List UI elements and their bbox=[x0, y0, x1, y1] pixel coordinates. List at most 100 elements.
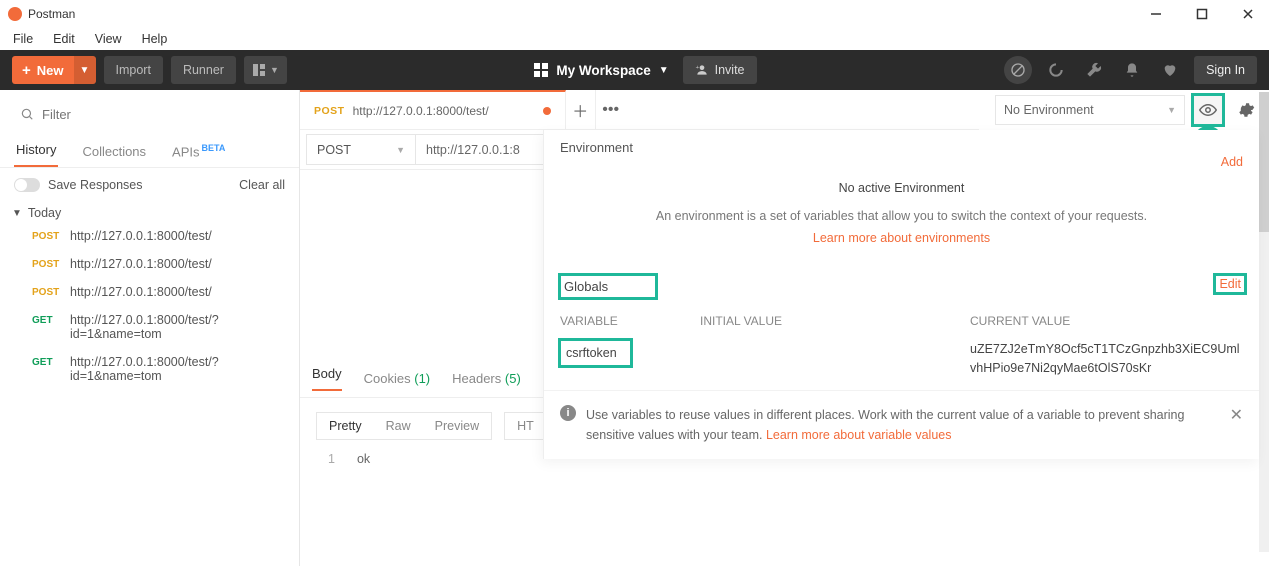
environment-select[interactable]: No Environment ▼ bbox=[995, 95, 1185, 125]
sidebar: History Collections APIsBETA Save Respon… bbox=[0, 90, 300, 566]
menu-view[interactable]: View bbox=[86, 30, 131, 48]
history-method: POST bbox=[32, 287, 60, 298]
request-tab[interactable]: POST http://127.0.0.1:8000/test/ bbox=[300, 90, 566, 130]
body-view-preview[interactable]: Preview bbox=[423, 413, 491, 439]
new-tab-button[interactable]: ＋ bbox=[566, 90, 596, 130]
window-maximize-button[interactable] bbox=[1185, 3, 1219, 25]
cookies-count: (1) bbox=[414, 371, 430, 386]
history-method: GET bbox=[32, 357, 60, 368]
new-button[interactable]: + New ▼ bbox=[12, 56, 96, 84]
window-layout-button[interactable]: ▼ bbox=[244, 56, 287, 84]
menubar: File Edit View Help bbox=[0, 27, 1269, 50]
column-current-header: CURRENT VALUE bbox=[970, 314, 1070, 328]
history-item[interactable]: POSThttp://127.0.0.1:8000/test/ bbox=[0, 250, 299, 278]
sidebar-tab-apis[interactable]: APIsBETA bbox=[170, 143, 227, 167]
globals-header: Globals bbox=[560, 275, 656, 298]
body-view-raw[interactable]: Raw bbox=[374, 413, 423, 439]
environment-settings-button[interactable] bbox=[1231, 95, 1261, 125]
global-variable-name: csrftoken bbox=[560, 340, 631, 366]
tabs-overflow-button[interactable]: ••• bbox=[596, 90, 626, 130]
eye-icon bbox=[1199, 101, 1217, 119]
menu-edit[interactable]: Edit bbox=[44, 30, 84, 48]
unsaved-indicator-icon bbox=[543, 107, 551, 115]
response-tab-body[interactable]: Body bbox=[312, 366, 342, 391]
sidebar-tab-history[interactable]: History bbox=[14, 142, 58, 167]
content-area: POST http://127.0.0.1:8000/test/ ＋ ••• N… bbox=[300, 90, 1269, 566]
info-icon: i bbox=[560, 405, 576, 421]
response-body-text: ok bbox=[357, 452, 370, 466]
plus-icon: + bbox=[22, 62, 31, 79]
menu-file[interactable]: File bbox=[4, 30, 42, 48]
popover-environment-header: Environment bbox=[544, 130, 1259, 161]
window-titlebar: Postman bbox=[0, 0, 1269, 27]
learn-environments-link[interactable]: Learn more about environments bbox=[584, 231, 1219, 245]
wrench-icon[interactable] bbox=[1080, 56, 1108, 84]
main-toolbar: + New ▼ Import Runner ▼ My Workspace ▼ + … bbox=[0, 50, 1269, 90]
import-button[interactable]: Import bbox=[104, 56, 163, 84]
environment-add-link[interactable]: Add bbox=[1221, 155, 1243, 169]
no-active-environment-desc: An environment is a set of variables tha… bbox=[584, 209, 1219, 223]
window-minimize-button[interactable] bbox=[1139, 3, 1173, 25]
response-line-number: 1 bbox=[328, 452, 335, 466]
history-method: POST bbox=[32, 231, 60, 242]
no-active-environment-title: No active Environment bbox=[584, 181, 1219, 195]
app-icon bbox=[8, 7, 22, 21]
window-close-button[interactable] bbox=[1231, 3, 1265, 25]
sync-icon[interactable] bbox=[1042, 56, 1070, 84]
body-format-select[interactable]: HT bbox=[505, 413, 546, 439]
history-url: http://127.0.0.1:8000/test/?id=1&name=to… bbox=[70, 355, 280, 383]
response-tab-headers[interactable]: Headers (5) bbox=[452, 371, 521, 386]
cookies-label: Cookies bbox=[364, 371, 411, 386]
workspace-label: My Workspace bbox=[556, 63, 650, 78]
environment-quicklook-button[interactable]: 2 bbox=[1193, 95, 1223, 125]
svg-text:+: + bbox=[695, 65, 699, 71]
response-tab-cookies[interactable]: Cookies (1) bbox=[364, 371, 430, 386]
history-item[interactable]: POST http://127.0.0.1:8000/test/ bbox=[0, 278, 299, 306]
history-item[interactable]: POST http://127.0.0.1:8000/test/ bbox=[0, 222, 299, 250]
body-view-pretty[interactable]: Pretty bbox=[317, 413, 374, 439]
environment-quicklook-popover: Environment Add No active Environment An… bbox=[543, 130, 1259, 459]
invite-person-icon: + bbox=[695, 63, 709, 77]
http-method-label: POST bbox=[317, 143, 351, 157]
request-tab-url: http://127.0.0.1:8000/test/ bbox=[353, 104, 489, 118]
save-responses-label: Save Responses bbox=[48, 178, 143, 192]
bell-icon[interactable] bbox=[1118, 56, 1146, 84]
save-responses-toggle[interactable] bbox=[14, 178, 40, 192]
history-url: http://127.0.0.1:8000/test/?id=1&name=to… bbox=[70, 313, 280, 341]
new-button-label: New bbox=[37, 63, 64, 78]
heart-icon[interactable] bbox=[1156, 56, 1184, 84]
workspace-selector[interactable]: My Workspace ▼ bbox=[534, 63, 668, 78]
history-method: GET bbox=[32, 315, 60, 326]
history-day-header[interactable]: ▼ Today bbox=[0, 202, 299, 222]
history-day-label: Today bbox=[28, 206, 61, 220]
learn-variable-values-link[interactable]: Learn more about variable values bbox=[766, 428, 952, 442]
global-variable-initial bbox=[700, 340, 970, 378]
vertical-scrollbar[interactable] bbox=[1259, 92, 1269, 552]
history-url: http://127.0.0.1:8000/test/ bbox=[70, 257, 212, 271]
new-dropdown-caret[interactable]: ▼ bbox=[74, 56, 96, 84]
menu-help[interactable]: Help bbox=[133, 30, 177, 48]
capture-icon[interactable] bbox=[1004, 56, 1032, 84]
global-variable-current: uZE7ZJ2eTmY8Ocf5cT1TCzGnpzhb3XiEC9UmlvhH… bbox=[970, 340, 1240, 378]
invite-label: Invite bbox=[715, 63, 745, 77]
http-method-select[interactable]: POST ▼ bbox=[306, 134, 416, 165]
apis-label: APIs bbox=[172, 144, 199, 159]
history-url: http://127.0.0.1:8000/test/ bbox=[70, 229, 212, 243]
sidebar-tab-collections[interactable]: Collections bbox=[80, 144, 148, 167]
workspace-grid-icon bbox=[534, 63, 548, 77]
history-item[interactable]: GET http://127.0.0.1:8000/test/?id=1&name… bbox=[0, 348, 299, 390]
headers-count: (5) bbox=[505, 371, 521, 386]
window-layout-icon bbox=[252, 63, 266, 77]
runner-button[interactable]: Runner bbox=[171, 56, 236, 84]
gear-icon bbox=[1237, 101, 1255, 119]
sidebar-filter-input[interactable] bbox=[12, 98, 287, 130]
globals-edit-link[interactable]: Edit bbox=[1215, 275, 1245, 293]
clear-all-link[interactable]: Clear all bbox=[239, 178, 285, 192]
history-item[interactable]: GET http://127.0.0.1:8000/test/?id=1&name… bbox=[0, 306, 299, 348]
headers-label: Headers bbox=[452, 371, 501, 386]
sign-in-button[interactable]: Sign In bbox=[1194, 56, 1257, 84]
history-url: http://127.0.0.1:8000/test/ bbox=[70, 285, 212, 299]
column-variable-header: VARIABLE bbox=[560, 314, 700, 328]
close-info-button[interactable]: ✕ bbox=[1230, 405, 1243, 425]
invite-button[interactable]: + Invite bbox=[683, 56, 757, 84]
